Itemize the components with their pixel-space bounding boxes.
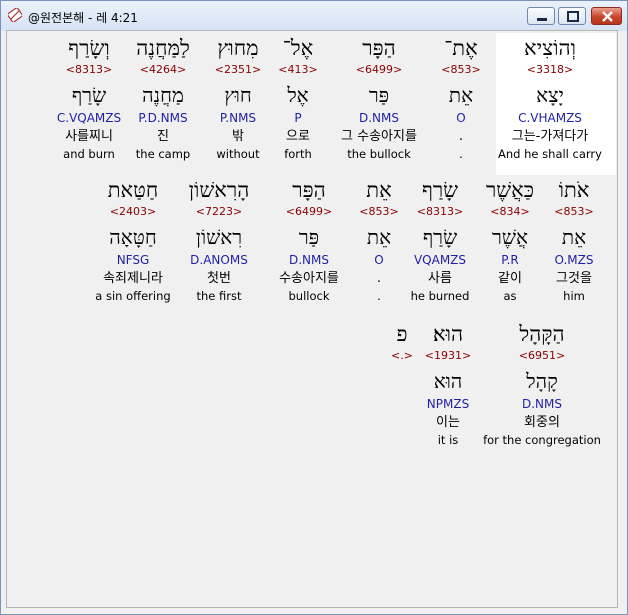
close-button[interactable]: [591, 7, 622, 25]
korean-gloss: 사를찌니: [65, 129, 113, 144]
english-gloss: and burn: [63, 147, 115, 161]
hebrew-root: שָׂרַף: [71, 83, 107, 107]
parsing-code: C.VQAMZS: [56, 111, 122, 125]
app-window: @원전본해 - 레 4:21 וְהוֹצִיא <3318> יָצָא C.VHA…: [0, 0, 628, 615]
english-gloss: a sin offering: [95, 289, 171, 303]
word-cell[interactable]: פ <.>: [337, 321, 467, 451]
close-icon: [602, 11, 613, 22]
hebrew-word: חַטַּאת: [107, 178, 159, 202]
hebrew-word: וְשָׂרַף: [68, 36, 110, 60]
minimize-button[interactable]: [527, 7, 555, 25]
maximize-button[interactable]: [558, 7, 586, 25]
strongs-number[interactable]: <2403>: [68, 205, 198, 219]
strongs-number[interactable]: <.>: [337, 349, 467, 363]
title-bar[interactable]: @원전본해 - 레 4:21: [1, 1, 627, 31]
bible-app-icon: [8, 8, 22, 22]
word-cell[interactable]: וְשָׂרַף <8313> שָׂרַף C.VQAMZS 사를찌니 and burn: [24, 35, 154, 165]
strongs-number[interactable]: <8313>: [24, 63, 154, 77]
hebrew-word: פ: [396, 322, 408, 346]
hebrew-root: חַטָּאָה: [109, 225, 157, 249]
maximize-icon: [567, 11, 579, 22]
interlinear-view: וְהוֹצִיא <3318> יָצָא C.VHAMZS 그는-가져다가 And h…: [6, 30, 618, 608]
korean-gloss: 속죄제니라: [103, 271, 163, 286]
window-title: @원전본해 - 레 4:21: [28, 11, 138, 25]
minimize-icon: [537, 18, 547, 21]
parsing-code: NFSG: [116, 253, 150, 267]
word-cell[interactable]: חַטַּאת <2403> חַטָּאָה NFSG 속죄제니라 a sin offe…: [68, 177, 198, 307]
